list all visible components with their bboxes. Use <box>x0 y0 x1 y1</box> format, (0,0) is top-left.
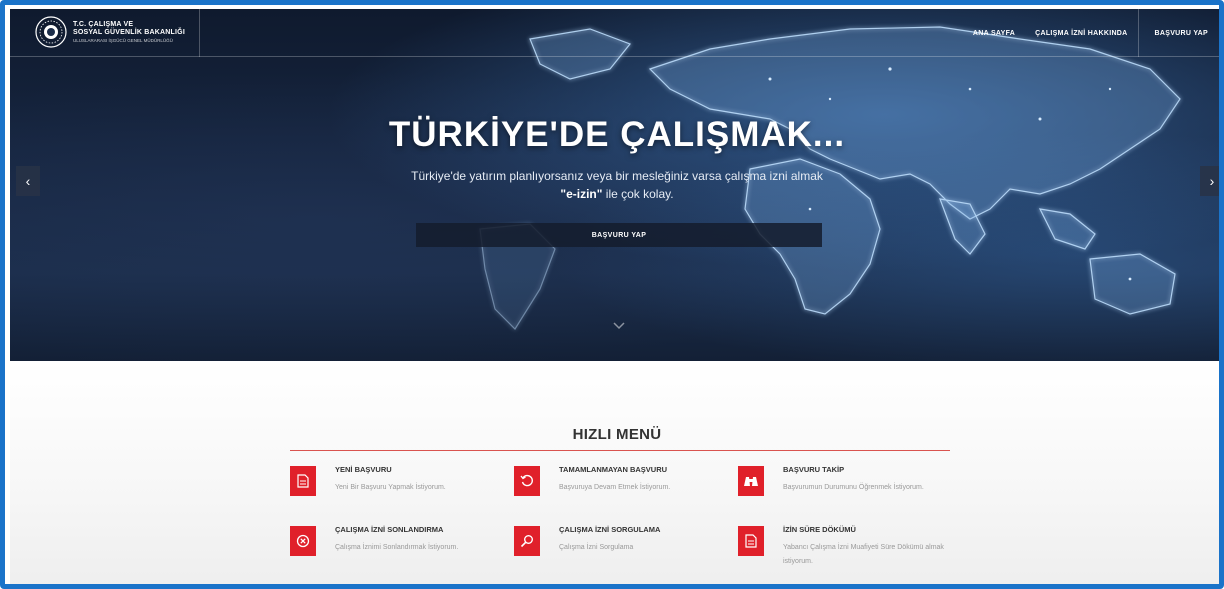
hero-title: TÜRKİYE'DE ÇALIŞMAK... <box>388 115 846 154</box>
quick-item-label: ÇALIŞMA İZNİ SONLANDIRMA <box>335 525 444 534</box>
browser-frame: T.C. ÇALIŞMA VE SOSYAL GÜVENLİK BAKANLIĞ… <box>0 0 1224 589</box>
quick-item-desc: Başvuruya Devam Etmek İstiyorum. <box>559 484 671 491</box>
main-nav: ANA SAYFA ÇALIŞMA İZNİ HAKKINDA BAŞVURU … <box>963 9 1219 57</box>
nav-item-about-work-permit[interactable]: ÇALIŞMA İZNİ HAKKINDA <box>1025 9 1137 57</box>
ministry-logo[interactable]: T.C. ÇALIŞMA VE SOSYAL GÜVENLİK BAKANLIĞ… <box>10 9 200 57</box>
quick-item-label: YENİ BAŞVURU <box>335 465 392 474</box>
hero-subtitle-line2: "e-izin" ile çok kolay. <box>10 185 1219 203</box>
quick-item-label: ÇALIŞMA İZNİ SORGULAMA <box>559 525 661 534</box>
quick-item-desc: Yabancı Çalışma İzni Muafiyeti Süre Dökü… <box>783 544 944 565</box>
document-icon <box>290 466 316 496</box>
nav-item-apply[interactable]: BAŞVURU YAP <box>1137 9 1219 57</box>
quick-item-application-tracking[interactable]: BAŞVURU TAKİP Başvurumun Durumunu Öğrenm… <box>738 465 958 513</box>
search-icon <box>514 526 540 556</box>
hero-subtitle: Türkiye'de yatırım planlıyorsanız veya b… <box>10 167 1219 203</box>
document-icon <box>738 526 764 556</box>
cancel-circle-icon <box>290 526 316 556</box>
hero-subtitle-rest: ile çok kolay. <box>602 187 674 201</box>
logo-title-line1: T.C. ÇALIŞMA VE <box>73 21 134 28</box>
quick-item-desc: Yeni Bir Başvuru Yapmak İstiyorum. <box>335 484 446 491</box>
quick-menu-divider <box>290 450 950 451</box>
binoculars-icon <box>738 466 764 496</box>
nav-item-home[interactable]: ANA SAYFA <box>963 9 1025 57</box>
logo-title-line2: SOSYAL GÜVENLİK BAKANLIĞI <box>73 29 185 36</box>
quick-item-work-permit-termination[interactable]: ÇALIŞMA İZNİ SONLANDIRMA Çalışma İznimi … <box>290 525 510 573</box>
quick-item-desc: Çalışma İznimi Sonlandırmak İstiyorum. <box>335 544 459 551</box>
quick-item-desc: Çalışma İzni Sorgulama <box>559 544 634 551</box>
quick-item-desc: Başvurumun Durumunu Öğrenmek İstiyorum. <box>783 484 924 491</box>
quick-item-label: BAŞVURU TAKİP <box>783 465 845 474</box>
quick-item-label: TAMAMLANMAYAN BAŞVURU <box>559 465 668 474</box>
top-navbar: T.C. ÇALIŞMA VE SOSYAL GÜVENLİK BAKANLIĞ… <box>10 9 1219 57</box>
refresh-icon <box>514 466 540 496</box>
quick-menu-title: HIZLI MENÜ <box>572 426 662 443</box>
hero-subtitle-brand: "e-izin" <box>560 187 603 201</box>
quick-item-permit-duration-statement[interactable]: İZİN SÜRE DÖKÜMÜ Yabancı Çalışma İzni Mu… <box>738 525 958 573</box>
hero-subtitle-line1: Türkiye'de yatırım planlıyorsanız veya b… <box>411 169 823 183</box>
quick-item-work-permit-query[interactable]: ÇALIŞMA İZNİ SORGULAMA Çalışma İzni Sorg… <box>514 525 734 573</box>
hero-banner: T.C. ÇALIŞMA VE SOSYAL GÜVENLİK BAKANLIĞ… <box>10 9 1219 361</box>
quick-item-new-application[interactable]: YENİ BAŞVURU Yeni Bir Başvuru Yapmak İst… <box>290 465 510 513</box>
chevron-down-icon[interactable] <box>612 321 626 331</box>
ministry-emblem-icon <box>35 16 67 48</box>
logo-subtitle: ULUSLARARASI İŞGÜCÜ GENEL MÜDÜRLÜĞÜ <box>73 38 173 43</box>
quick-item-label: İZİN SÜRE DÖKÜMÜ <box>783 525 856 534</box>
hero-apply-button[interactable]: BAŞVURU YAP <box>416 223 822 247</box>
quick-item-incomplete-application[interactable]: TAMAMLANMAYAN BAŞVURU Başvuruya Devam Et… <box>514 465 734 513</box>
quick-menu-section: HIZLI MENÜ YENİ BAŞVURU Yeni Bir Başvuru… <box>10 361 1219 584</box>
